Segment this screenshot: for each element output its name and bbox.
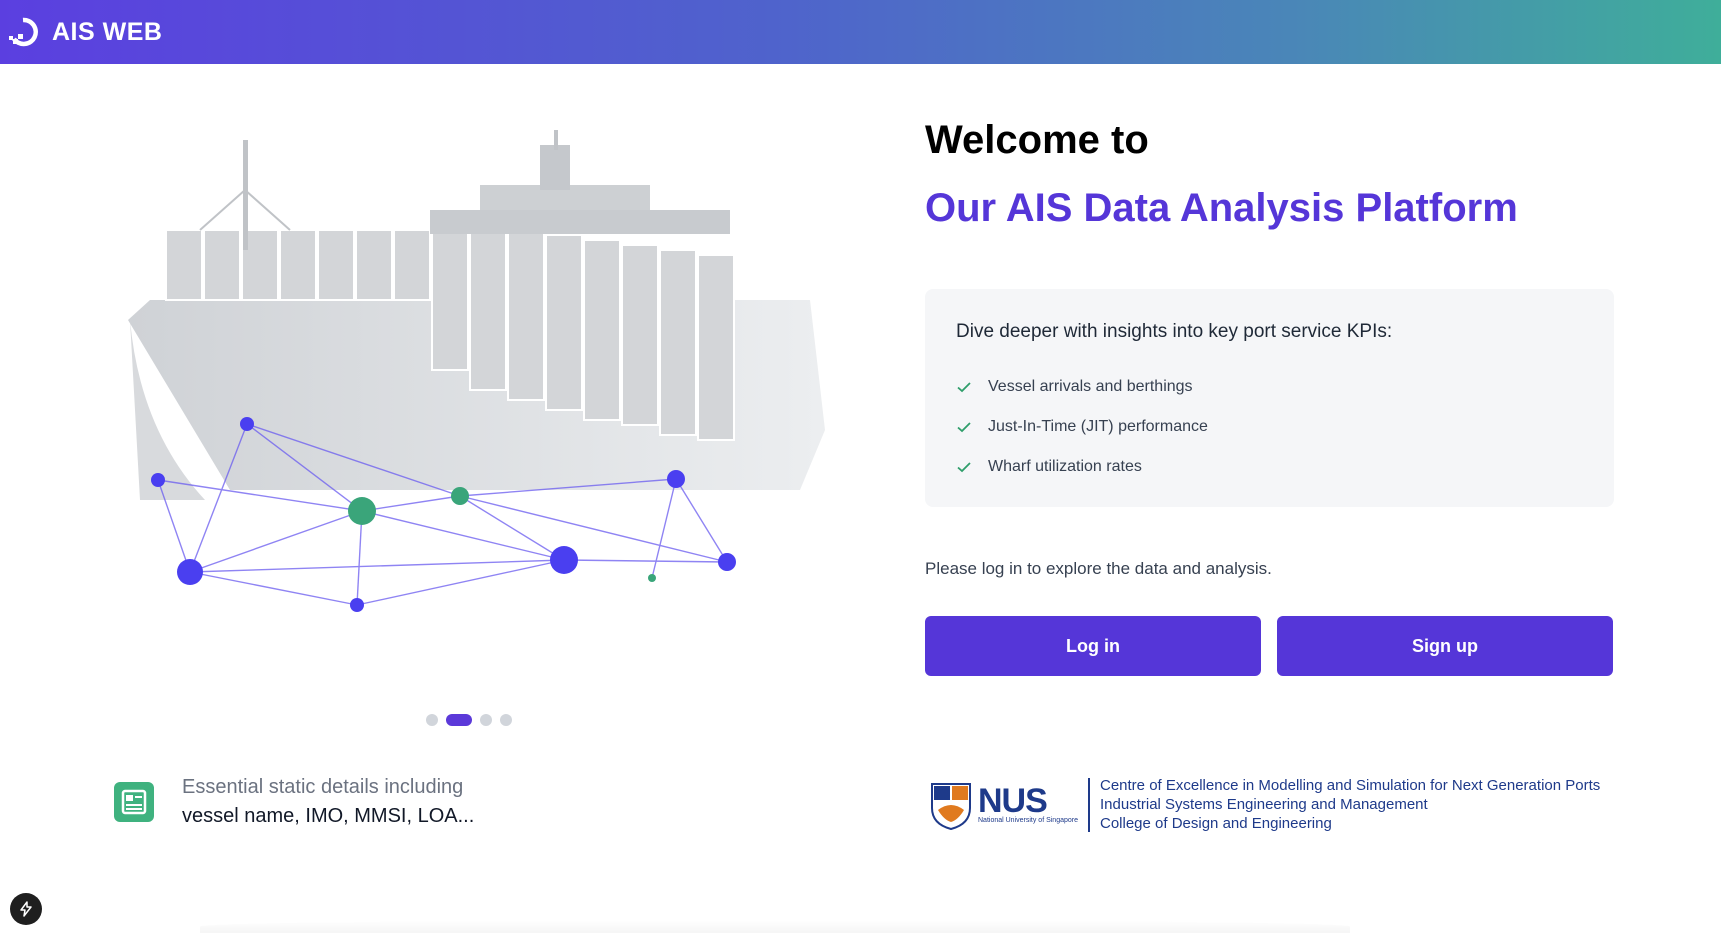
bottom-fade: [200, 920, 1350, 933]
lightning-bolt-icon[interactable]: [10, 893, 42, 925]
kpi-item: Wharf utilization rates: [956, 447, 1583, 487]
feature-caption-line1: Essential static details including: [182, 776, 464, 798]
nus-divider: [1088, 777, 1090, 832]
nus-line-college: College of Design and Engineering: [1100, 815, 1332, 832]
kpi-panel: Dive deeper with insights into key port …: [925, 289, 1614, 507]
welcome-heading: Welcome to: [925, 118, 1149, 162]
nus-crest-icon: [931, 782, 971, 830]
check-icon: [957, 422, 971, 433]
kpi-list: Vessel arrivals and berthings Just-In-Ti…: [956, 367, 1583, 487]
kpi-item: Vessel arrivals and berthings: [956, 367, 1583, 407]
platform-heading: Our AIS Data Analysis Platform: [925, 186, 1518, 230]
carousel-dot[interactable]: [480, 714, 492, 726]
carousel-dot[interactable]: [426, 714, 438, 726]
check-icon: [957, 462, 971, 473]
carousel-indicators: [426, 714, 512, 726]
nus-line-centre: Centre of Excellence in Modelling and Si…: [1100, 777, 1601, 794]
login-prompt: Please log in to explore the data and an…: [925, 559, 1272, 578]
ship-network-illustration: [128, 130, 825, 612]
nus-affiliation-logo: NUS National University of Singapore Cen…: [930, 776, 1600, 833]
app-logo-icon: [9, 17, 38, 47]
kpi-item: Just-In-Time (JIT) performance: [956, 407, 1583, 447]
nus-line-department: Industrial Systems Engineering and Manag…: [1100, 796, 1428, 813]
login-button[interactable]: Log in: [925, 616, 1261, 676]
nus-short-name: NUS: [978, 781, 1048, 820]
feature-caption: Essential static details including vesse…: [114, 776, 474, 828]
top-navbar: AIS WEB: [0, 0, 1721, 64]
check-icon: [957, 382, 971, 393]
kpi-item-label: Vessel arrivals and berthings: [988, 378, 1193, 395]
kpi-intro: Dive deeper with insights into key port …: [956, 321, 1393, 342]
kpi-item-label: Just-In-Time (JIT) performance: [988, 418, 1208, 435]
carousel-dot[interactable]: [500, 714, 512, 726]
kpi-item-label: Wharf utilization rates: [988, 458, 1142, 475]
document-list-icon: [114, 782, 154, 822]
signup-button[interactable]: Sign up: [1277, 616, 1613, 676]
nus-full-name: National University of Singapore: [978, 816, 1078, 824]
feature-caption-line2: vessel name, IMO, MMSI, LOA...: [182, 805, 475, 827]
carousel-dot-active[interactable]: [446, 714, 472, 726]
app-title: AIS WEB: [52, 17, 163, 46]
brand[interactable]: AIS WEB: [8, 17, 162, 47]
